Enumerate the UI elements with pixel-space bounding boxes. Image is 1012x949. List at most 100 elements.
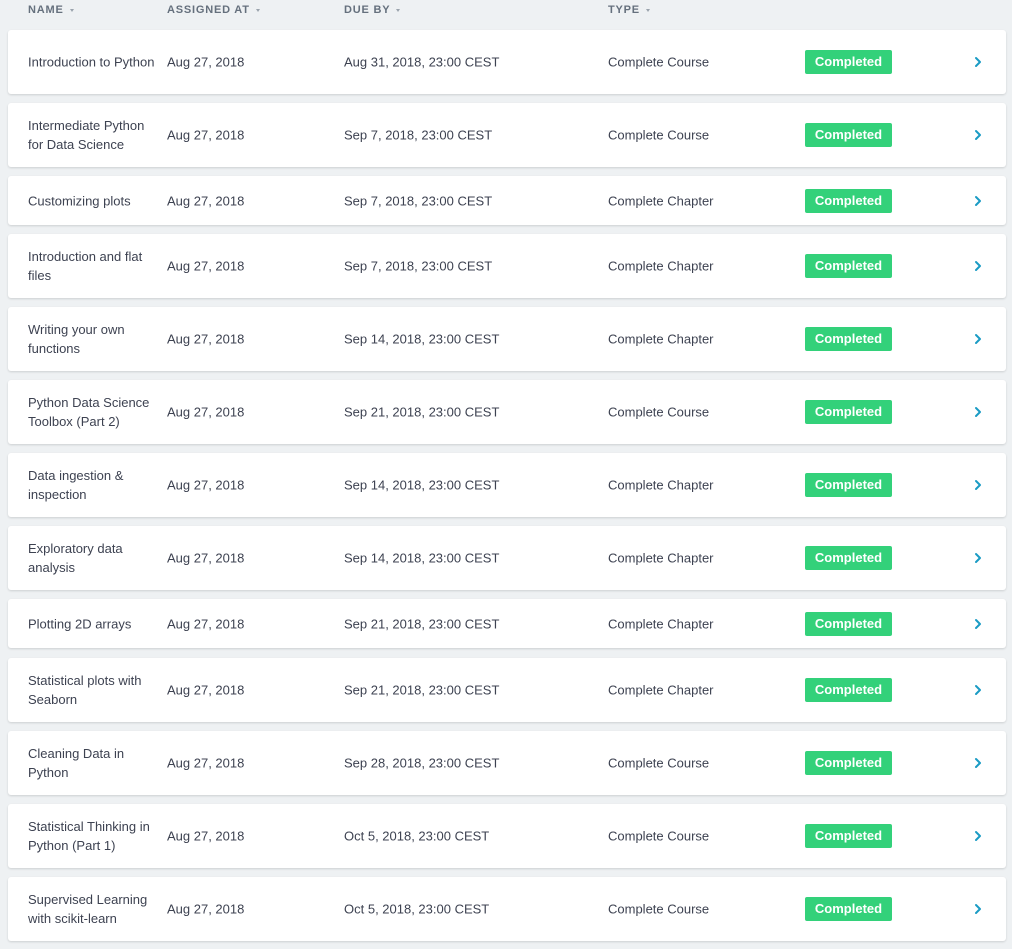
assignment-type: Complete Chapter [608,331,714,347]
sort-by-name-header[interactable]: NAME [28,4,74,16]
status-badge: Completed [805,327,892,351]
assignment-type: Complete Chapter [608,477,714,493]
table-row[interactable]: Cleaning Data in Python Aug 27, 2018 Sep… [8,731,1006,795]
due-date: Sep 21, 2018, 23:00 CEST [344,404,500,420]
header-assigned-label: ASSIGNED AT [167,4,250,16]
assignment-name: Exploratory data analysis [28,541,123,575]
assignment-type: Complete Course [608,127,710,143]
chevron-right-icon[interactable] [972,829,984,843]
table-row[interactable]: Customizing plots Aug 27, 2018 Sep 7, 20… [8,176,1006,225]
due-date: Sep 21, 2018, 23:00 CEST [344,616,500,631]
table-row[interactable]: Supervised Learning with scikit-learn Au… [8,877,1006,941]
table-row[interactable]: Python Data Science Toolbox (Part 2) Aug… [8,380,1006,444]
sort-by-type-header[interactable]: TYPE [608,4,650,16]
header-type-label: TYPE [608,4,640,16]
assignment-name: Introduction and flat files [28,249,143,283]
status-badge: Completed [805,751,892,775]
table-row[interactable]: Introduction to Python Aug 27, 2018 Aug … [8,30,1006,94]
assignment-name: Plotting 2D arrays [28,616,132,631]
assignment-name: Introduction to Python [28,54,155,70]
chevron-right-icon[interactable] [972,551,984,565]
assignment-name: Customizing plots [28,193,131,208]
status-badge: Completed [805,123,892,147]
assignment-name: Supervised Learning with scikit-learn [28,892,148,926]
sort-caret-icon [645,8,650,12]
due-date: Sep 14, 2018, 23:00 CEST [344,331,500,347]
chevron-right-icon[interactable] [972,902,984,916]
due-date: Aug 31, 2018, 23:00 CEST [344,54,500,70]
table-row[interactable]: Exploratory data analysis Aug 27, 2018 S… [8,526,1006,590]
assignment-type: Complete Chapter [608,682,714,698]
assigned-date: Aug 27, 2018 [167,550,245,566]
table-row[interactable]: Introduction and flat files Aug 27, 2018… [8,234,1006,298]
table-row[interactable]: Plotting 2D arrays Aug 27, 2018 Sep 21, … [8,599,1006,648]
sort-by-due-header[interactable]: DUE BY [344,4,401,16]
assigned-date: Aug 27, 2018 [167,616,245,631]
assignment-type: Complete Course [608,755,710,771]
status-badge: Completed [805,824,892,848]
due-date: Sep 21, 2018, 23:00 CEST [344,682,500,698]
assignment-type: Complete Course [608,828,710,844]
table-row[interactable]: Data ingestion & inspection Aug 27, 2018… [8,453,1006,517]
assignment-name: Data ingestion & inspection [28,468,124,502]
assignment-type: Complete Course [608,404,710,420]
assigned-date: Aug 27, 2018 [167,193,245,208]
assignment-name: Statistical Thinking in Python (Part 1) [28,819,150,853]
assignment-type: Complete Course [608,54,710,70]
status-badge: Completed [805,188,892,213]
chevron-right-icon[interactable] [972,128,984,142]
table-row[interactable]: Intermediate Python for Data Science Aug… [8,103,1006,167]
assigned-date: Aug 27, 2018 [167,54,245,70]
assignment-type: Complete Chapter [608,616,714,631]
assignment-name: Cleaning Data in Python [28,746,125,780]
chevron-right-icon[interactable] [972,332,984,346]
assigned-date: Aug 27, 2018 [167,682,245,698]
table-row[interactable]: Statistical plots with Seaborn Aug 27, 2… [8,658,1006,722]
due-date: Sep 28, 2018, 23:00 CEST [344,755,500,771]
chevron-right-icon[interactable] [972,405,984,419]
assigned-date: Aug 27, 2018 [167,828,245,844]
due-date: Sep 14, 2018, 23:00 CEST [344,477,500,493]
assigned-date: Aug 27, 2018 [167,127,245,143]
chevron-right-icon[interactable] [972,756,984,770]
assigned-date: Aug 27, 2018 [167,404,245,420]
status-badge: Completed [805,611,892,636]
due-date: Sep 7, 2018, 23:00 CEST [344,193,493,208]
chevron-right-icon[interactable] [972,478,984,492]
assignment-type: Complete Chapter [608,258,714,274]
due-date: Sep 7, 2018, 23:00 CEST [344,127,493,143]
assignment-name: Writing your own functions [28,322,125,356]
assignment-name: Python Data Science Toolbox (Part 2) [28,395,150,429]
chevron-right-icon[interactable] [972,259,984,273]
assigned-date: Aug 27, 2018 [167,755,245,771]
assignment-type: Complete Chapter [608,550,714,566]
chevron-right-icon[interactable] [972,194,984,208]
due-date: Sep 7, 2018, 23:00 CEST [344,258,493,274]
sort-caret-icon [255,8,260,12]
status-badge: Completed [805,400,892,424]
sort-caret-icon [69,8,74,12]
assignments-page: NAME ASSIGNED AT DUE BY TYPE Introductio… [0,0,1012,949]
table-row[interactable]: Statistical Thinking in Python (Part 1) … [8,804,1006,868]
assigned-date: Aug 27, 2018 [167,258,245,274]
header-due-label: DUE BY [344,4,391,16]
chevron-right-icon[interactable] [972,617,984,631]
assignment-name: Intermediate Python for Data Science [28,118,145,152]
status-badge: Completed [805,473,892,497]
status-badge: Completed [805,254,892,278]
header-name-label: NAME [28,4,64,16]
due-date: Sep 14, 2018, 23:00 CEST [344,550,500,566]
sort-caret-icon [396,8,401,12]
chevron-right-icon[interactable] [972,55,984,69]
assignment-name: Statistical plots with Seaborn [28,673,142,707]
status-badge: Completed [805,50,892,74]
table-header: NAME ASSIGNED AT DUE BY TYPE [8,0,1006,22]
due-date: Oct 5, 2018, 23:00 CEST [344,901,490,917]
sort-by-assigned-header[interactable]: ASSIGNED AT [167,4,260,16]
status-badge: Completed [805,897,892,921]
chevron-right-icon[interactable] [972,683,984,697]
assignment-type: Complete Chapter [608,193,714,208]
table-row[interactable]: Writing your own functions Aug 27, 2018 … [8,307,1006,371]
status-badge: Completed [805,546,892,570]
assigned-date: Aug 27, 2018 [167,477,245,493]
